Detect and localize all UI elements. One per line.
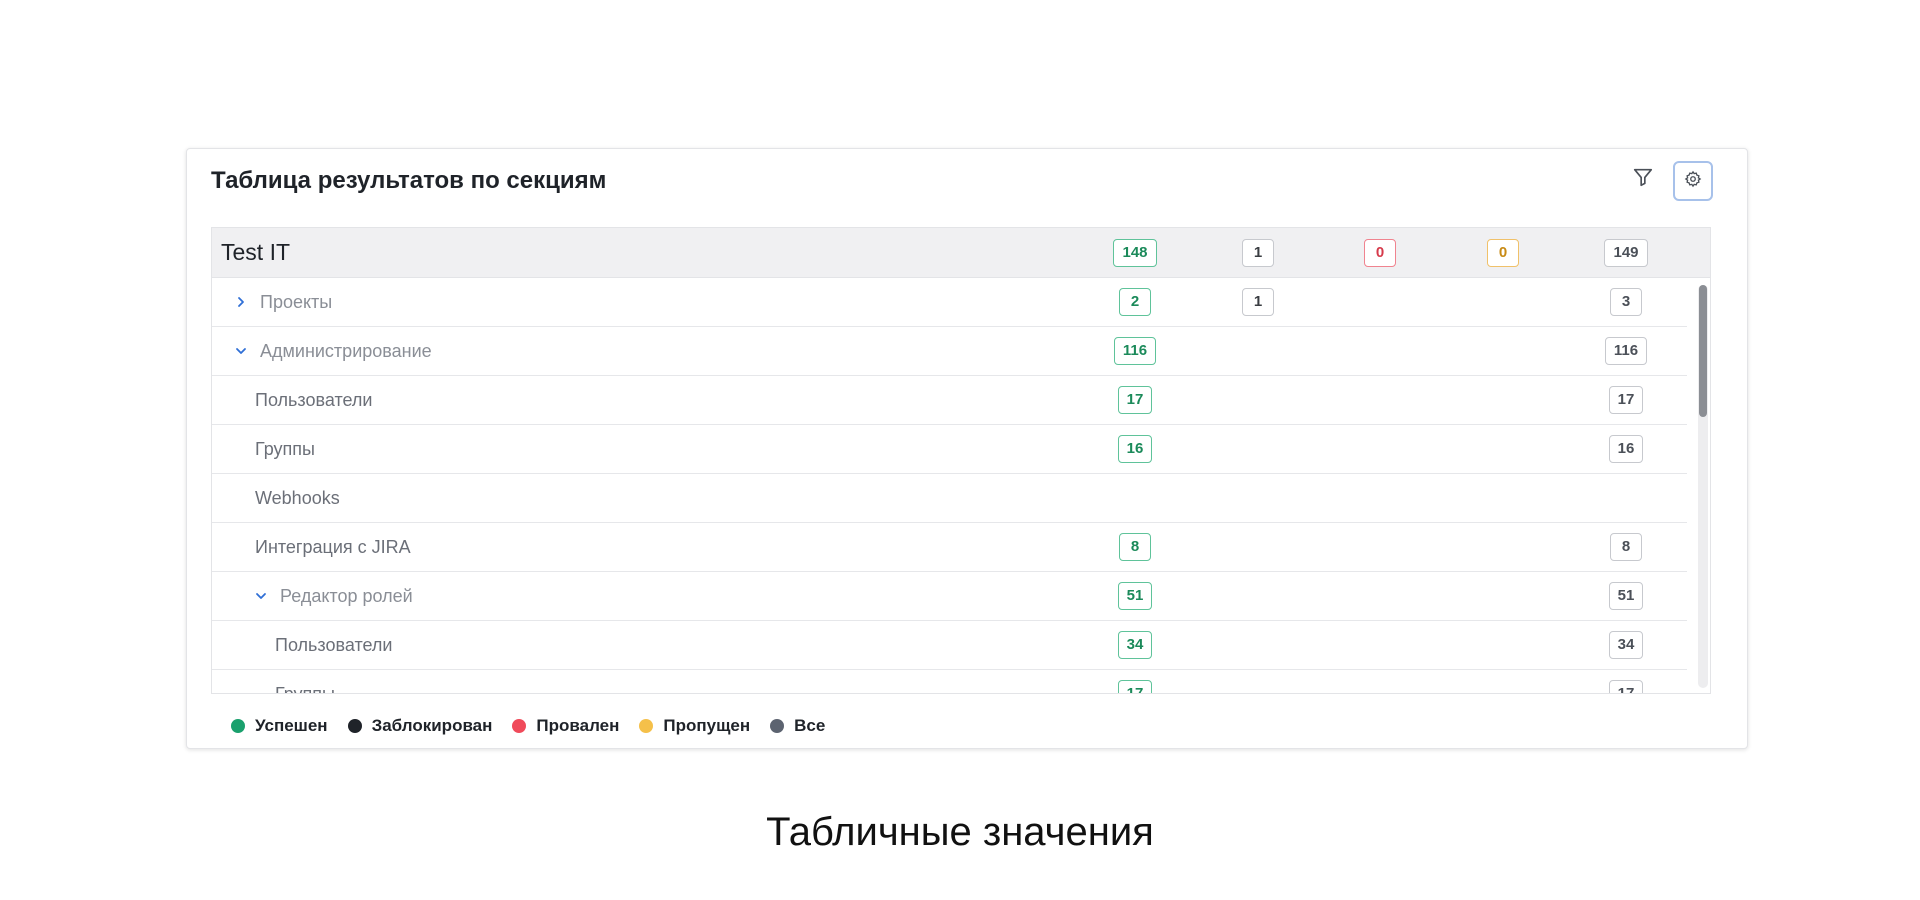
legend: Успешен Заблокирован Провален Пропущен В… bbox=[231, 716, 845, 736]
vertical-scrollbar[interactable] bbox=[1698, 285, 1708, 688]
table-row[interactable]: Администрирование 116 116 bbox=[212, 327, 1687, 376]
legend-dot bbox=[770, 719, 785, 733]
row-label: Webhooks bbox=[255, 488, 340, 508]
chevron-right-icon[interactable] bbox=[233, 294, 249, 310]
row-label: Группы bbox=[275, 684, 335, 694]
table-row[interactable]: Пользователи 17 17 bbox=[212, 376, 1687, 425]
table-row[interactable]: Webhooks bbox=[212, 474, 1687, 523]
success-badge: 16 bbox=[1117, 435, 1153, 463]
table-row[interactable]: Группы 17 17 bbox=[212, 670, 1687, 694]
page-caption: Табличные значения bbox=[766, 810, 1154, 854]
row-label: Пользователи bbox=[255, 390, 373, 410]
chevron-down-icon[interactable] bbox=[233, 343, 249, 359]
legend-item-success[interactable]: Успешен bbox=[231, 716, 328, 736]
root-label: Test IT bbox=[221, 239, 291, 265]
legend-dot bbox=[639, 719, 654, 733]
card-title: Таблица результатов по секциям bbox=[211, 167, 607, 194]
root-blocked-badge: 1 bbox=[1242, 238, 1274, 267]
legend-label: Заблокирован bbox=[371, 716, 493, 735]
row-label: Администрирование bbox=[260, 341, 432, 361]
legend-label: Успешен bbox=[255, 716, 328, 735]
root-failed-badge: 0 bbox=[1364, 238, 1396, 267]
table-row[interactable]: Пользователи 34 34 bbox=[212, 621, 1687, 670]
success-badge: 2 bbox=[1119, 288, 1151, 316]
row-label: Проекты bbox=[260, 292, 333, 312]
table-row[interactable]: Редактор ролей 51 51 bbox=[212, 572, 1687, 621]
table-body: Проекты 2 1 3 Администрирование 116 116 … bbox=[212, 278, 1710, 694]
all-badge: 116 bbox=[1604, 337, 1648, 365]
legend-label: Все bbox=[794, 716, 826, 735]
table-root-row[interactable]: Test IT 148 1 0 0 149 bbox=[212, 228, 1710, 278]
legend-item-all[interactable]: Все bbox=[770, 716, 825, 736]
filter-button[interactable] bbox=[1625, 161, 1661, 197]
table-row[interactable]: Группы 16 16 bbox=[212, 425, 1687, 474]
root-success-badge: 148 bbox=[1113, 238, 1157, 267]
success-badge: 17 bbox=[1117, 680, 1153, 693]
settings-button[interactable] bbox=[1673, 161, 1713, 201]
legend-item-failed[interactable]: Провален bbox=[512, 716, 619, 736]
legend-dot bbox=[347, 719, 362, 733]
legend-dot bbox=[512, 719, 527, 733]
success-badge: 8 bbox=[1119, 533, 1151, 561]
legend-dot bbox=[231, 719, 245, 733]
results-card: Таблица результатов по секциям Test IT 1… bbox=[186, 148, 1748, 749]
row-label: Интеграция с JIRA bbox=[255, 537, 411, 557]
filter-icon bbox=[1632, 166, 1654, 193]
all-badge: 17 bbox=[1608, 386, 1644, 414]
chevron-down-icon[interactable] bbox=[253, 588, 269, 604]
row-label: Группы bbox=[255, 439, 315, 459]
gear-icon bbox=[1684, 170, 1702, 193]
all-badge: 3 bbox=[1610, 288, 1642, 316]
all-badge: 16 bbox=[1608, 435, 1644, 463]
success-badge: 17 bbox=[1117, 386, 1153, 414]
all-badge: 34 bbox=[1608, 631, 1644, 659]
legend-label: Провален bbox=[536, 716, 620, 735]
legend-label: Пропущен bbox=[663, 716, 751, 735]
legend-item-skipped[interactable]: Пропущен bbox=[639, 716, 750, 736]
blocked-badge: 1 bbox=[1242, 288, 1274, 316]
all-badge: 17 bbox=[1608, 680, 1644, 693]
table-row[interactable]: Интеграция с JIRA 8 8 bbox=[212, 523, 1687, 572]
all-badge: 51 bbox=[1608, 582, 1644, 610]
scrollbar-thumb[interactable] bbox=[1699, 285, 1707, 417]
legend-item-blocked[interactable]: Заблокирован bbox=[347, 716, 493, 736]
root-skipped-badge: 0 bbox=[1487, 238, 1519, 267]
success-badge: 116 bbox=[1113, 337, 1157, 365]
success-badge: 51 bbox=[1117, 582, 1153, 610]
root-all-badge: 149 bbox=[1604, 238, 1648, 267]
results-table: Test IT 148 1 0 0 149 Проекты 2 1 3 Адми… bbox=[211, 227, 1711, 694]
all-badge: 8 bbox=[1610, 533, 1642, 561]
table-row[interactable]: Проекты 2 1 3 bbox=[212, 278, 1687, 327]
row-label: Редактор ролей bbox=[280, 586, 413, 606]
success-badge: 34 bbox=[1117, 631, 1153, 659]
row-label: Пользователи bbox=[275, 635, 393, 655]
